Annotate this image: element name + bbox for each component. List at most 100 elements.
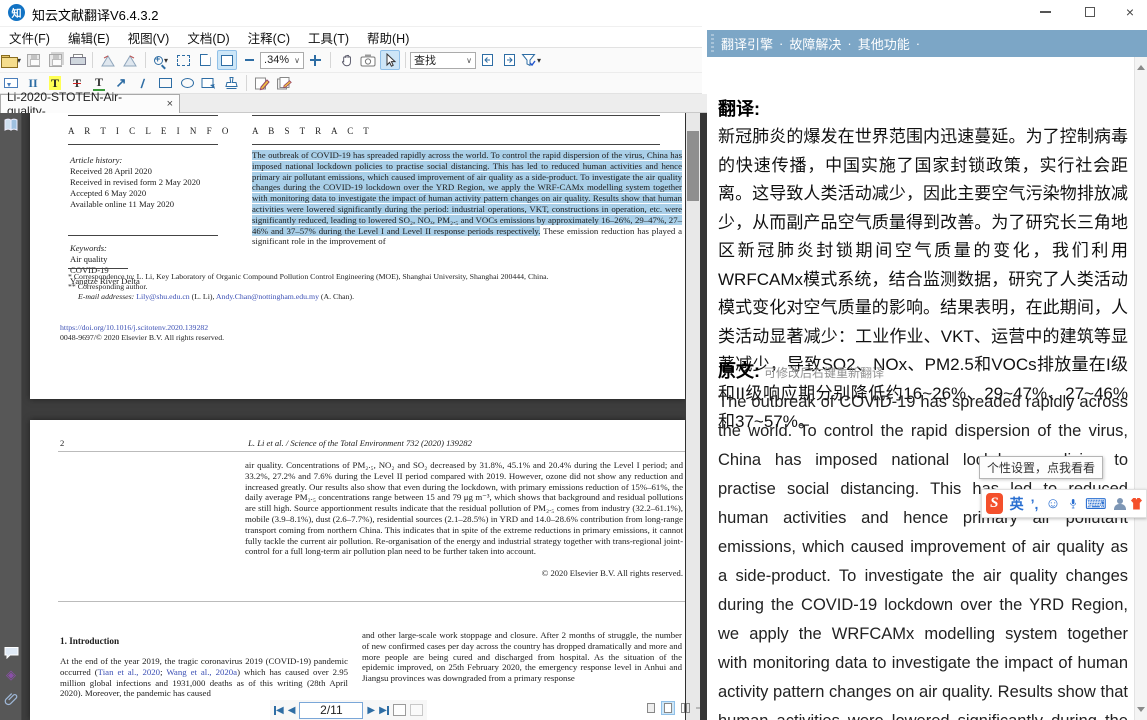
skin-theme-icon[interactable] <box>1131 498 1142 510</box>
next-view-button[interactable] <box>410 704 423 716</box>
find-previous-button[interactable] <box>477 50 497 70</box>
article-info-heading: A R T I C L E I N F O <box>68 126 232 136</box>
continuous-page-icon <box>664 703 672 713</box>
first-page-button[interactable]: ◀ <box>274 705 284 716</box>
hand-tool-button[interactable] <box>336 50 356 70</box>
select-tool-button[interactable] <box>380 50 400 70</box>
continuous-page-button[interactable] <box>661 701 675 715</box>
save-as-button[interactable] <box>45 50 65 70</box>
highlight-icon: T <box>49 76 61 90</box>
issn-line: 0048-9697/© 2020 Elsevier B.V. All right… <box>60 333 224 343</box>
minimize-button[interactable] <box>1028 0 1062 24</box>
previous-page-button[interactable]: ◀ <box>288 705 296 716</box>
history-line: Received in revised form 2 May 2020 <box>70 177 240 188</box>
bookmarks-panel-button[interactable] <box>2 116 20 134</box>
menu-annotate[interactable]: 注释(C) <box>239 28 299 47</box>
zoom-tool-button[interactable]: ▾ <box>151 50 171 70</box>
panel-scrollbar[interactable] <box>1134 57 1147 720</box>
menu-tools[interactable]: 工具(T) <box>299 28 358 47</box>
other-functions-menu[interactable]: 其他功能 <box>858 34 910 53</box>
voice-input-person-icon[interactable] <box>1114 498 1124 510</box>
page-indicator-input[interactable]: 2/11 <box>299 702 363 719</box>
keywords-label: Keywords: <box>70 243 240 254</box>
paperclip-icon <box>4 691 19 706</box>
rotate-right-button[interactable] <box>120 50 140 70</box>
find-next-button[interactable] <box>499 50 519 70</box>
open-file-button[interactable]: ▾ <box>1 50 21 70</box>
ime-punctuation-toggle[interactable]: ’, <box>1031 496 1039 512</box>
comments-panel-button[interactable] <box>2 643 20 661</box>
email-link[interactable]: Lily@shu.edu.cn <box>136 292 190 301</box>
abstract-text[interactable]: The outbreak of COVID-19 has spreaded ra… <box>252 150 682 247</box>
doi-link[interactable]: https://doi.org/10.1016/j.scitotenv.2020… <box>60 323 208 333</box>
facing-pages-button[interactable] <box>678 701 692 715</box>
find-combo[interactable]: 查找∨ <box>410 52 476 69</box>
menu-file[interactable]: 文件(F) <box>0 28 59 47</box>
marquee-zoom-button[interactable] <box>173 50 193 70</box>
pdf-scrollbar-thumb[interactable] <box>687 131 699 201</box>
ellipse-icon <box>181 78 194 88</box>
translation-engine-menu[interactable]: 翻译引擎 <box>721 34 773 53</box>
snapshot-button[interactable] <box>358 50 378 70</box>
toolbar-separator <box>145 52 146 68</box>
citation-link[interactable]: Wang et al., 2020a <box>166 667 237 677</box>
fit-width-button[interactable] <box>217 50 237 70</box>
stamp-tool-button[interactable] <box>221 73 241 93</box>
ellipse-tool-button[interactable] <box>177 73 197 93</box>
previous-view-button[interactable] <box>393 704 406 716</box>
zoom-out-button[interactable] <box>239 50 259 70</box>
troubleshoot-menu[interactable]: 故障解决 <box>789 34 841 53</box>
single-page-button[interactable] <box>644 701 658 715</box>
close-button[interactable]: × <box>1113 0 1147 24</box>
menu-document[interactable]: 文档(D) <box>178 28 238 47</box>
fields-panel-button[interactable]: ◈ <box>2 666 20 684</box>
media-tool-button[interactable] <box>199 73 219 93</box>
fit-page-button[interactable] <box>195 50 215 70</box>
pdf-page-1[interactable]: A R T I C L E I N F O A B S T R A C T Ar… <box>30 113 685 399</box>
menu-help[interactable]: 帮助(H) <box>358 28 418 47</box>
email-link[interactable]: Andy.Chan@nottingham.edu.my <box>216 292 319 301</box>
bookmark-icon <box>3 117 19 133</box>
zoom-in-button[interactable] <box>305 50 325 70</box>
menu-view[interactable]: 视图(V) <box>119 28 179 47</box>
document-tab-bar: Li-2020-STOTEN-Air-quality-... × <box>0 94 707 113</box>
scroll-down-icon[interactable] <box>1137 707 1145 716</box>
last-page-button[interactable]: ▶ <box>379 705 389 716</box>
filter-button[interactable]: ▾ <box>521 50 541 70</box>
ime-language-toggle[interactable]: 英 <box>1010 494 1024 514</box>
pdf-scrollbar[interactable] <box>686 113 700 720</box>
rule <box>68 268 128 269</box>
document-tab[interactable]: Li-2020-STOTEN-Air-quality-... × <box>0 94 180 113</box>
tab-close-icon[interactable]: × <box>167 98 173 110</box>
first-page-icon: ◀ <box>276 705 284 716</box>
save-button[interactable] <box>23 50 43 70</box>
comment-bubble-icon <box>4 646 19 659</box>
scroll-up-icon[interactable] <box>1137 61 1145 70</box>
next-page-button[interactable]: ▶ <box>367 705 375 716</box>
original-text[interactable]: The outbreak of COVID-19 has spreaded ra… <box>718 388 1128 720</box>
zoom-level-combo[interactable]: .34%∨ <box>260 52 304 69</box>
print-button[interactable] <box>67 50 87 70</box>
camera-icon <box>360 53 376 67</box>
attachments-panel-button[interactable] <box>2 689 20 707</box>
printer-icon <box>70 54 84 66</box>
panel-gripper[interactable] <box>711 34 714 53</box>
manage-annotations-button[interactable] <box>274 73 294 93</box>
translation-label: 翻译: <box>718 95 760 121</box>
selected-text[interactable]: The outbreak of COVID-19 has spreaded ra… <box>252 150 682 236</box>
emoji-icon[interactable]: ☺ <box>1045 495 1060 512</box>
panel-divider[interactable] <box>700 113 707 720</box>
toolbar-separator <box>405 52 406 68</box>
citation-link[interactable]: Tian et al., 2020 <box>98 667 160 677</box>
page-number: 2 <box>60 438 64 449</box>
doc-prev-icon <box>481 53 494 67</box>
maximize-button[interactable] <box>1073 0 1107 24</box>
rotate-left-button[interactable] <box>98 50 118 70</box>
sogou-logo-icon[interactable]: S <box>986 493 1003 514</box>
keyboard-icon[interactable]: ⌨ <box>1085 495 1107 513</box>
menu-edit[interactable]: 编辑(E) <box>59 28 119 47</box>
underline-icon: T <box>93 75 105 91</box>
edit-annotation-button[interactable] <box>252 73 272 93</box>
microphone-icon[interactable] <box>1068 496 1078 511</box>
pdf-page-2[interactable]: 2 L. Li et al. / Science of the Total En… <box>30 420 685 720</box>
